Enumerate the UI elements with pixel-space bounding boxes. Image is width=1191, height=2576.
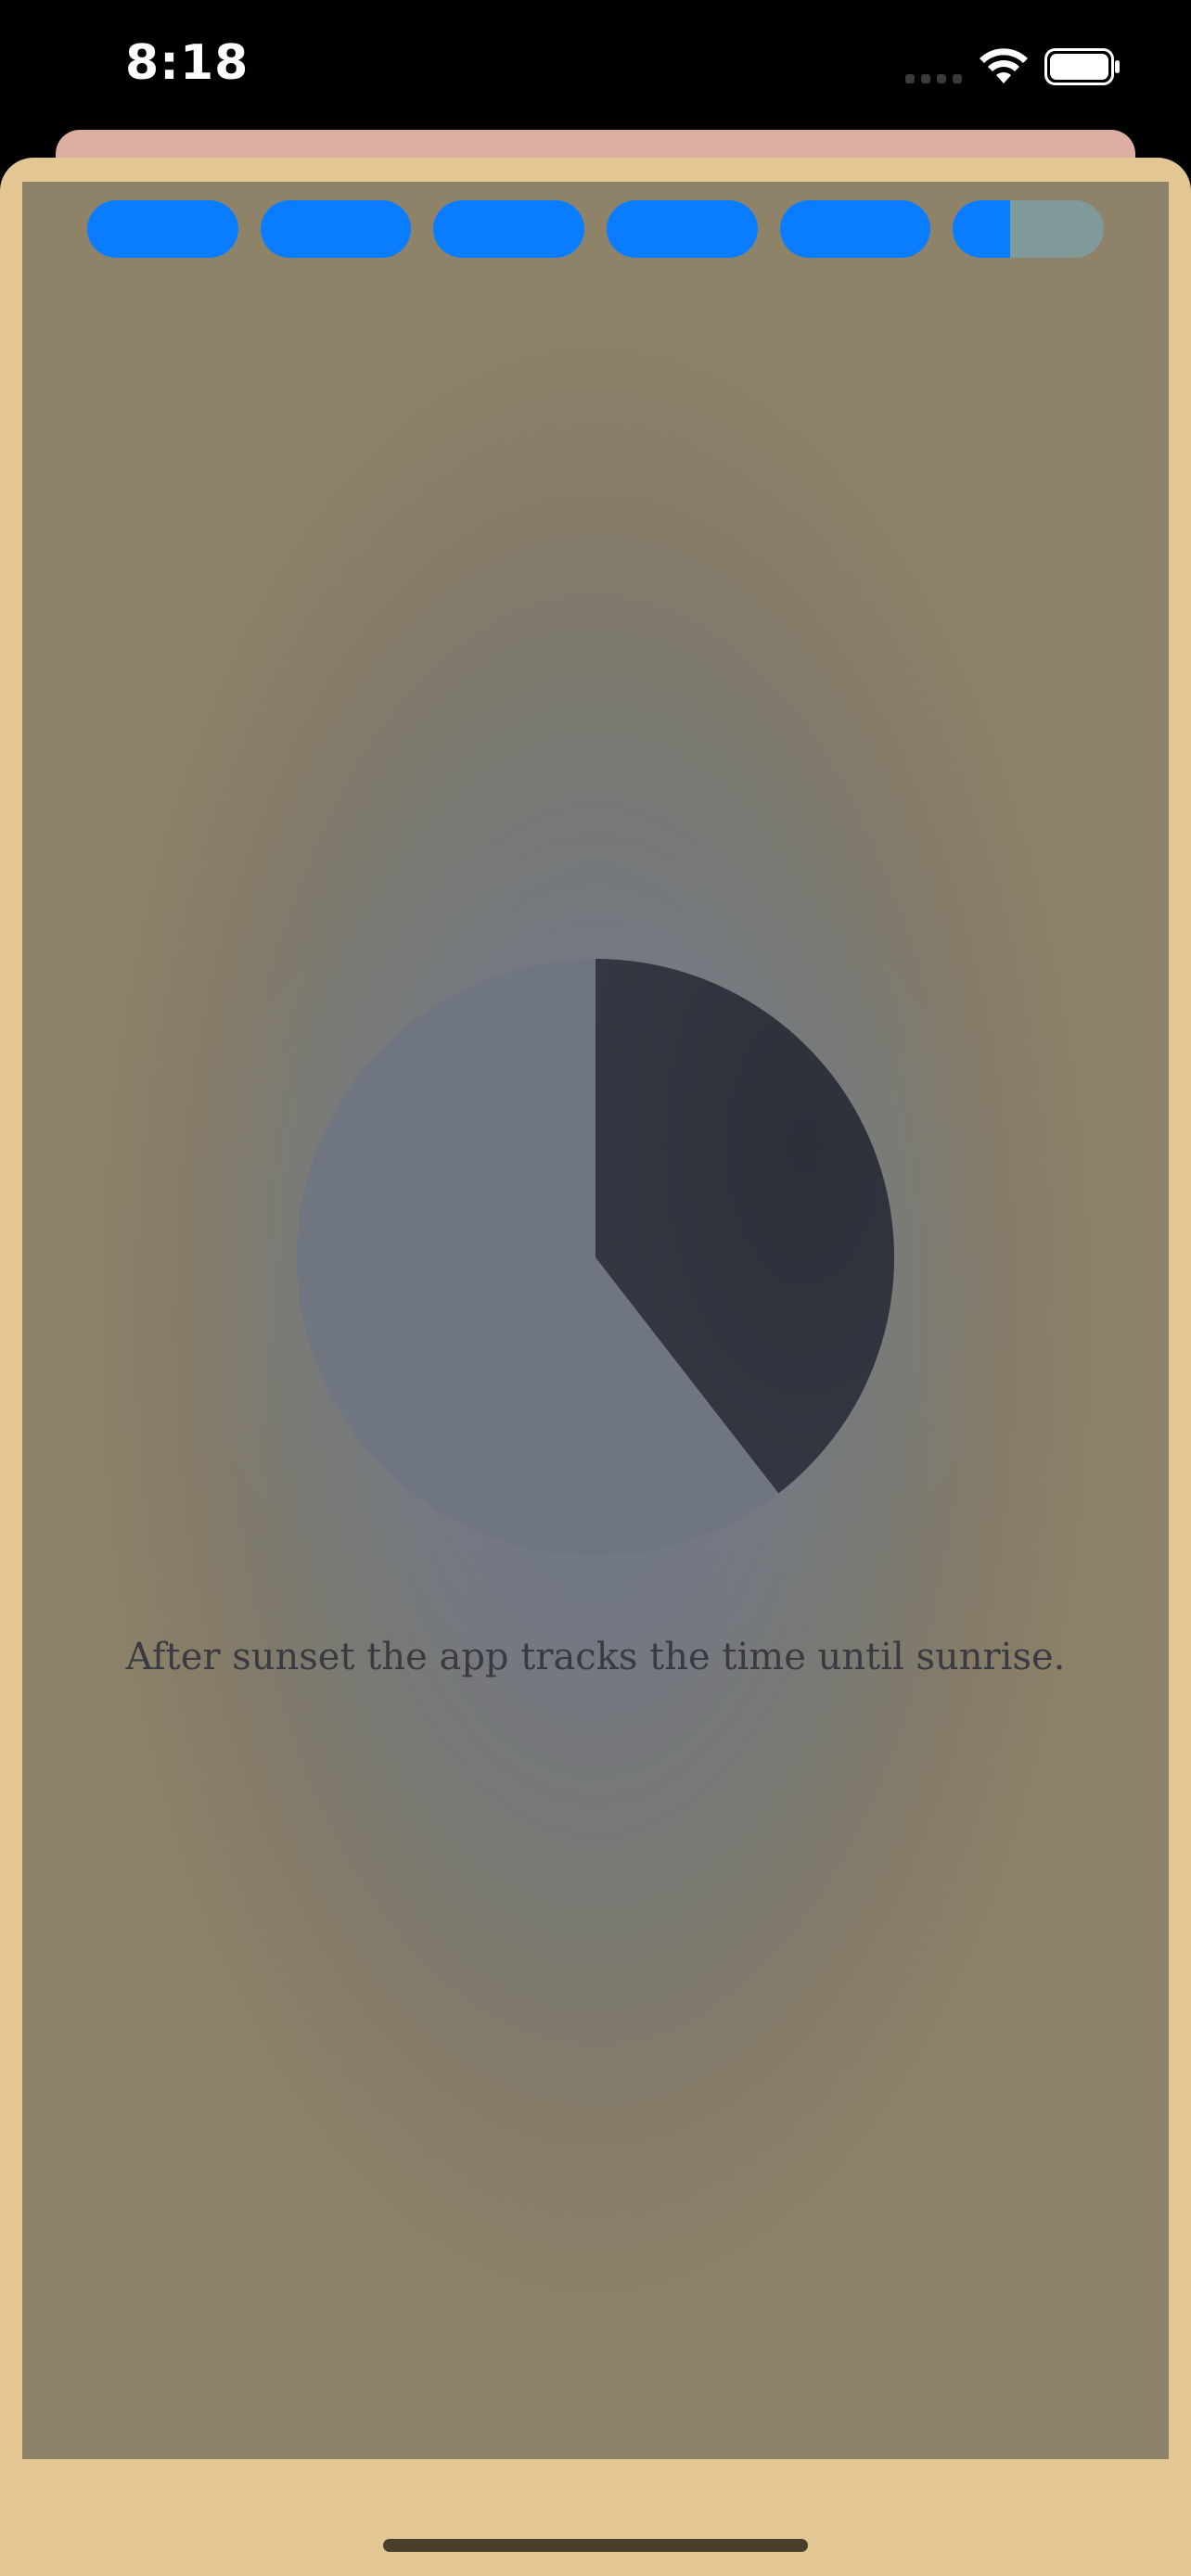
onboarding-page[interactable]: After sunset the app tracks the time unt… [22,182,1169,2459]
progress-segment-6 [953,200,1105,258]
progress-indicator [87,200,1105,258]
night-progress-pie [297,959,894,1556]
home-indicator[interactable] [383,2539,808,2552]
pie-chart-svg [297,959,894,1556]
progress-segment-2 [260,200,412,258]
battery-icon [1044,48,1120,85]
progress-segment-fill [87,200,238,258]
progress-segment-4 [607,200,758,258]
progress-segment-3 [433,200,585,258]
progress-segment-fill [779,200,931,258]
progress-segment-fill [953,200,1011,258]
status-bar: 8:18 [0,0,1191,130]
wifi-icon [980,48,1028,83]
progress-segment-1 [87,200,238,258]
progress-segment-fill [607,200,758,258]
progress-segment-fill [260,200,412,258]
progress-segment-5 [779,200,931,258]
progress-segment-fill [433,200,585,258]
status-time: 8:18 [125,35,250,91]
cellular-signal-icon [905,74,962,83]
caption-text: After sunset the app tracks the time unt… [125,1636,1066,1678]
app-screen: 8:18 After sunset the app tracks the tim… [0,0,1191,2576]
